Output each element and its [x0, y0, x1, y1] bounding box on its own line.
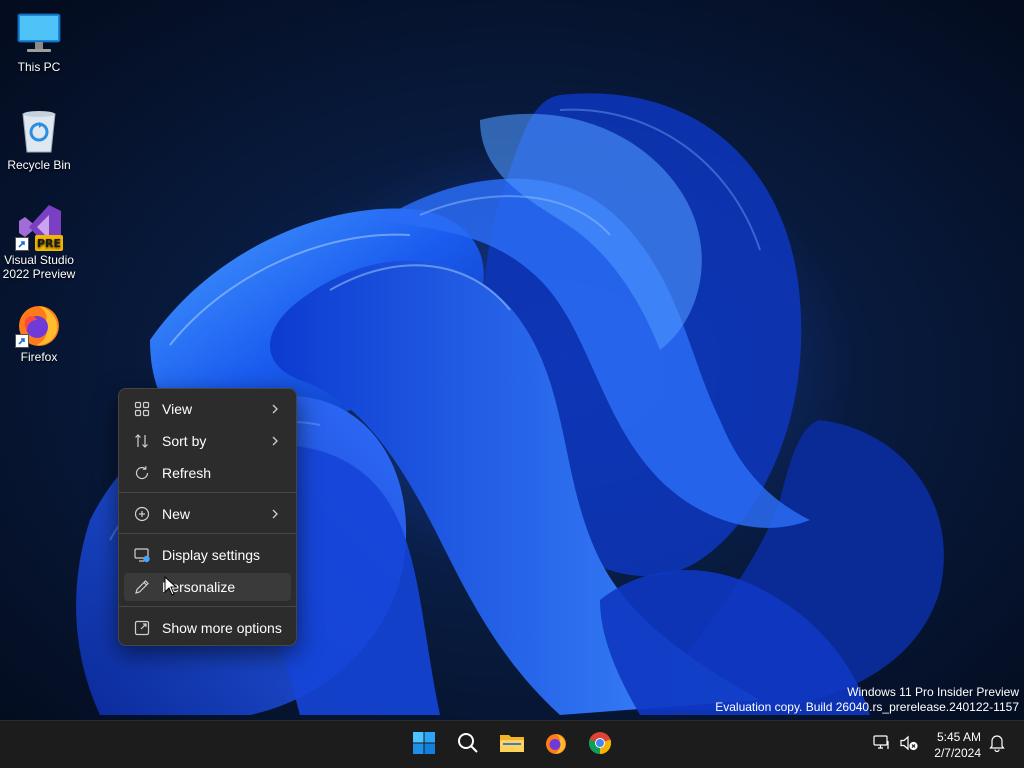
menu-item-refresh[interactable]: Refresh	[124, 459, 291, 487]
mouse-cursor-icon	[164, 576, 178, 596]
start-button[interactable]	[408, 729, 440, 761]
menu-item-sort-by[interactable]: Sort by	[124, 427, 291, 455]
pre-badge-text: PRE	[37, 237, 61, 250]
desktop-icon-label: This PC	[17, 60, 61, 74]
chrome-icon	[588, 731, 612, 760]
menu-item-new[interactable]: New	[124, 500, 291, 528]
menu-item-show-more-options[interactable]: Show more options	[124, 614, 291, 642]
clock-date: 2/7/2024	[934, 746, 981, 760]
menu-item-personalize[interactable]: Personalize	[124, 573, 291, 601]
sort-icon	[133, 432, 151, 450]
volume-button[interactable]	[896, 729, 922, 761]
grid-icon	[133, 400, 151, 418]
desktop-icon-recycle-bin[interactable]: Recycle Bin	[0, 108, 78, 172]
taskbar-clock[interactable]: 5:45 AM 2/7/2024	[934, 729, 981, 761]
recycle-bin-icon	[15, 108, 63, 156]
menu-item-label: Refresh	[162, 465, 212, 481]
shortcut-arrow-icon	[15, 237, 29, 251]
file-explorer-icon	[499, 731, 525, 760]
refresh-icon	[133, 464, 151, 482]
taskbar: 5:45 AM 2/7/2024	[0, 720, 1024, 768]
network-icon	[873, 734, 891, 756]
plus-circle-icon	[133, 505, 151, 523]
menu-separator	[119, 533, 296, 534]
menu-item-label: Show more options	[162, 620, 282, 636]
menu-item-view[interactable]: View	[124, 395, 291, 423]
start-icon	[412, 731, 436, 760]
chrome-taskbar-button[interactable]	[584, 729, 616, 761]
menu-separator	[119, 606, 296, 607]
chevron-right-icon	[270, 434, 280, 450]
desktop-icon-this-pc[interactable]: This PC	[0, 10, 78, 74]
network-button[interactable]	[868, 729, 896, 761]
menu-item-label: View	[162, 401, 193, 417]
desktop-icon-label: Firefox	[20, 350, 58, 364]
desktop-icon-visual-studio[interactable]: PRE Visual Studio 2022 Preview	[0, 203, 78, 281]
menu-item-label: Display settings	[162, 547, 261, 563]
visual-studio-icon: PRE	[15, 203, 63, 251]
shortcut-arrow-icon	[15, 334, 29, 348]
watermark-line2: Evaluation copy. Build 26040.rs_prerelea…	[715, 700, 1019, 714]
monitor-icon	[15, 10, 63, 58]
display-settings-icon	[133, 546, 151, 564]
menu-item-display-settings[interactable]: Display settings	[124, 541, 291, 569]
search-button[interactable]	[452, 729, 484, 761]
chevron-right-icon	[270, 507, 280, 523]
desktop-icon-label-line1: Visual Studio	[4, 253, 74, 267]
desktop-icon-label-line2: 2022 Preview	[2, 267, 76, 281]
share-icon	[133, 619, 151, 637]
desktop-icon-label: Recycle Bin	[7, 158, 71, 172]
desktop-context-menu: View Sort by Refresh New Display setting…	[118, 388, 297, 646]
watermark-line1: Windows 11 Pro Insider Preview	[847, 685, 1019, 699]
firefox-icon	[544, 731, 568, 760]
file-explorer-button[interactable]	[496, 729, 528, 761]
desktop-icon-firefox[interactable]: Firefox	[0, 300, 78, 364]
menu-item-label: New	[162, 506, 191, 522]
pen-icon	[133, 578, 151, 596]
bell-icon	[989, 734, 1005, 757]
firefox-taskbar-button[interactable]	[540, 729, 572, 761]
clock-time: 5:45 AM	[936, 730, 981, 744]
volume-muted-icon	[900, 735, 918, 756]
search-icon	[456, 731, 480, 760]
firefox-icon	[15, 300, 63, 348]
notification-button[interactable]	[984, 729, 1010, 761]
menu-item-label: Sort by	[162, 433, 207, 449]
chevron-right-icon	[270, 402, 280, 418]
menu-separator	[119, 492, 296, 493]
windows-watermark: Windows 11 Pro Insider Preview Evaluatio…	[715, 685, 1019, 715]
